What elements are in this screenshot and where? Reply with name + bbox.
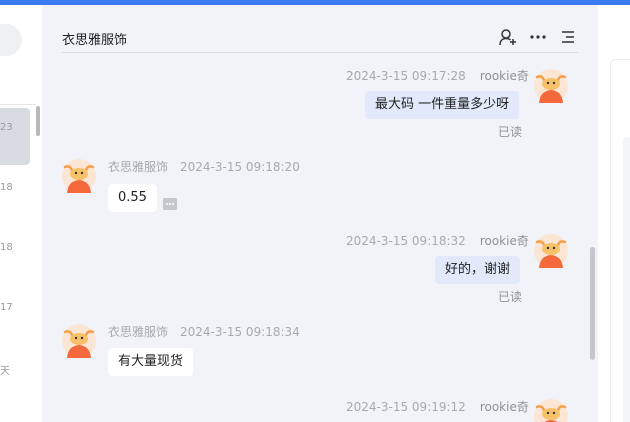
conversation-list: 23 18 18 17 天: [0, 5, 42, 422]
cow-avatar-icon[interactable]: [62, 159, 96, 193]
sender-name: 衣思雅服饰: [108, 325, 169, 339]
conversation-date: 18: [0, 182, 13, 193]
message-time: 2024-3-15 09:18:34: [180, 325, 300, 339]
sender-name: rookie奇: [479, 69, 529, 83]
sender-name: rookie奇: [479, 400, 529, 414]
message-more-icon[interactable]: [163, 198, 177, 210]
conversation-date: 23: [0, 122, 13, 133]
cow-avatar-icon[interactable]: [534, 399, 568, 422]
message-meta: 衣思雅服饰 2024-3-15 09:18:20: [108, 158, 300, 175]
message-time: 2024-3-15 09:19:12: [346, 400, 466, 414]
divider: [0, 104, 36, 105]
message-time: 2024-3-15 09:18:32: [346, 234, 466, 248]
message-bubble[interactable]: 0.55: [108, 184, 157, 212]
cow-avatar-icon[interactable]: [62, 324, 96, 358]
conversation-item-active[interactable]: [0, 108, 30, 165]
chat-header: 衣思雅服饰: [62, 5, 578, 53]
cow-avatar-icon[interactable]: [534, 69, 568, 103]
more-icon[interactable]: [528, 27, 548, 47]
message-meta: 2024-3-15 09:17:28 rookie奇: [346, 67, 529, 84]
message-bubble[interactable]: 好的，谢谢: [435, 256, 521, 284]
conversation-date: 天: [0, 366, 10, 377]
message-meta: 2024-3-15 09:19:12 rookie奇: [346, 398, 529, 415]
message-meta: 2024-3-15 09:18:32 rookie奇: [346, 232, 529, 249]
message-meta: 衣思雅服饰 2024-3-15 09:18:34: [108, 323, 300, 340]
sender-name: 衣思雅服饰: [108, 160, 169, 174]
read-status: 已读: [498, 290, 523, 304]
chat-scrollbar[interactable]: [590, 247, 595, 360]
conversation-date: 17: [0, 302, 13, 313]
menu-icon[interactable]: [558, 27, 578, 47]
conversation-date: 18: [0, 242, 13, 253]
read-status: 已读: [498, 125, 523, 139]
right-panel: [598, 5, 630, 422]
message-time: 2024-3-15 09:17:28: [346, 69, 466, 83]
sender-name: rookie奇: [479, 234, 529, 248]
search-box[interactable]: [0, 24, 22, 56]
message-bubble[interactable]: 最大码 一件重量多少呀: [365, 91, 520, 119]
cow-avatar-icon[interactable]: [534, 234, 568, 268]
chat-panel: 衣思雅服饰 2024-3-15 09:17:28 rookie奇 最大码 一件重…: [42, 5, 598, 422]
info-card-content: [623, 137, 630, 422]
chat-title: 衣思雅服饰: [62, 33, 128, 48]
add-contact-icon[interactable]: [498, 27, 518, 47]
list-scrollbar[interactable]: [36, 106, 40, 136]
message-time: 2024-3-15 09:18:20: [180, 160, 300, 174]
message-bubble[interactable]: 有大量现货: [108, 348, 194, 376]
